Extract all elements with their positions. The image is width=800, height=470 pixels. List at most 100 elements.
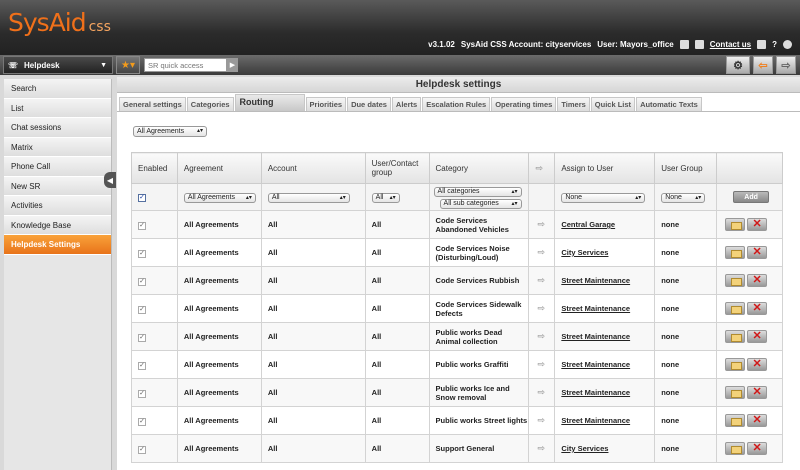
- module-selector[interactable]: ☏ Helpdesk ▼: [3, 56, 113, 74]
- sidebar-item-search[interactable]: Search: [4, 79, 111, 99]
- account-select[interactable]: All ▴▾: [267, 192, 350, 203]
- edit-icon[interactable]: [725, 358, 746, 371]
- user-group-select[interactable]: None ▴▾: [661, 192, 706, 203]
- delete-icon[interactable]: ✕: [747, 386, 768, 399]
- row-enabled-checkbox[interactable]: ✓: [138, 249, 146, 258]
- assign-user-link[interactable]: Central Garage: [554, 210, 656, 239]
- tab-priorities[interactable]: Priorities: [305, 97, 347, 111]
- user-contact-cell: All: [364, 294, 430, 323]
- row-enabled-checkbox[interactable]: ✓: [138, 221, 146, 230]
- row-enabled-checkbox[interactable]: ✓: [138, 333, 146, 342]
- power-icon[interactable]: [783, 40, 792, 49]
- forward-arrow-icon[interactable]: ⇨: [776, 56, 796, 74]
- enabled-checkbox[interactable]: ✓: [138, 194, 146, 202]
- tab-timers[interactable]: Timers: [557, 97, 590, 111]
- row-actions-cell: ✕: [716, 294, 783, 323]
- favorites-star-icon[interactable]: ★▾: [116, 56, 140, 74]
- sidebar-item-activities[interactable]: Activities: [4, 196, 111, 216]
- row-enabled-checkbox[interactable]: ✓: [138, 389, 146, 398]
- edit-icon[interactable]: [725, 442, 746, 455]
- assign-user-link[interactable]: Street Maintenance: [554, 294, 656, 323]
- enabled-cell: ✓: [131, 238, 178, 267]
- assign-user-link[interactable]: Street Maintenance: [554, 378, 656, 407]
- agreement-cell: All Agreements: [176, 294, 262, 323]
- agreement-cell: All Agreements: [176, 378, 262, 407]
- settings-gear-icon[interactable]: ⚙: [726, 56, 750, 74]
- collapse-sidebar-icon[interactable]: ◀: [104, 172, 116, 188]
- delete-icon[interactable]: ✕: [747, 302, 768, 315]
- agreement-select[interactable]: All Agreements ▴▾: [183, 192, 256, 203]
- route-arrow-icon: ⇨: [537, 219, 545, 229]
- agreement-filter-select[interactable]: All Agreements ▴▾: [133, 126, 207, 137]
- edit-icon[interactable]: [725, 330, 746, 343]
- sidebar-item-new-sr[interactable]: New SR: [4, 176, 111, 196]
- select-arrows-icon: ▴▾: [196, 128, 203, 134]
- user-group-cell: none: [654, 210, 718, 239]
- tab-alerts[interactable]: Alerts: [391, 97, 422, 111]
- row-enabled-checkbox[interactable]: ✓: [138, 361, 146, 370]
- tab-routing[interactable]: Routing: [234, 94, 305, 111]
- row-enabled-checkbox[interactable]: ✓: [138, 417, 146, 426]
- tab-categories[interactable]: Categories: [186, 97, 234, 111]
- filter-action-cell: Add: [716, 183, 783, 211]
- tab-due-dates[interactable]: Due dates: [347, 97, 391, 111]
- sidebar-item-list[interactable]: List: [4, 98, 111, 118]
- sidebar-item-knowledge-base[interactable]: Knowledge Base: [4, 215, 111, 235]
- edit-icon[interactable]: [725, 274, 746, 287]
- tab-operating-times[interactable]: Operating times: [491, 97, 557, 111]
- home-icon[interactable]: [679, 40, 689, 49]
- delete-icon[interactable]: ✕: [747, 358, 768, 371]
- quick-access-input[interactable]: [144, 58, 227, 72]
- contact-us-link[interactable]: Contact us: [710, 40, 751, 49]
- assign-user-link[interactable]: Street Maintenance: [554, 322, 656, 351]
- category-select-value: All categories: [437, 187, 480, 195]
- assign-user-link[interactable]: City Services: [554, 238, 656, 267]
- assign-user-link[interactable]: Street Maintenance: [554, 266, 656, 295]
- row-enabled-checkbox[interactable]: ✓: [138, 445, 146, 454]
- table-row: ✓ All Agreements All All Public works Street…: [131, 406, 783, 435]
- assign-user-link[interactable]: Street Maintenance: [554, 350, 656, 379]
- assign-user-link[interactable]: City Services: [554, 434, 656, 463]
- category-select[interactable]: All categories ▴▾: [433, 186, 522, 197]
- user-group-cell: none: [654, 266, 718, 295]
- row-enabled-checkbox[interactable]: ✓: [138, 305, 146, 314]
- sidebar-item-phone-call[interactable]: Phone Call: [4, 157, 111, 177]
- edit-icon[interactable]: [725, 302, 746, 315]
- delete-icon[interactable]: ✕: [747, 274, 768, 287]
- delete-icon[interactable]: ✕: [747, 442, 768, 455]
- table-row: ✓ All Agreements All All Code Services Sidew…: [131, 294, 783, 323]
- route-arrow-icon: ⇨: [535, 162, 543, 173]
- filter-assign-cell: None ▴▾: [554, 183, 656, 211]
- route-cell: ⇨: [528, 322, 556, 351]
- go-arrow-icon[interactable]: ▶: [227, 58, 238, 72]
- delete-icon[interactable]: ✕: [747, 330, 768, 343]
- add-button[interactable]: Add: [733, 191, 770, 203]
- user-icon[interactable]: [694, 40, 704, 49]
- user-contact-cell: All: [364, 434, 430, 463]
- tab-escalation-rules[interactable]: Escalation Rules: [422, 97, 491, 111]
- account-cell: All: [260, 294, 366, 323]
- agreement-cell: All Agreements: [176, 266, 262, 295]
- sub-category-select[interactable]: All sub categories ▴▾: [439, 198, 522, 209]
- edit-icon[interactable]: [725, 246, 746, 259]
- assign-user-link[interactable]: Street Maintenance: [554, 406, 656, 435]
- tab-general-settings[interactable]: General settings: [119, 97, 186, 111]
- sidebar-item-helpdesk-settings[interactable]: Helpdesk Settings: [4, 235, 111, 255]
- mail-icon[interactable]: [757, 40, 767, 49]
- back-arrow-icon[interactable]: ⇦: [753, 56, 773, 74]
- sidebar-item-chat-sessions[interactable]: Chat sessions: [4, 118, 111, 138]
- delete-icon[interactable]: ✕: [747, 414, 768, 427]
- tab-automatic-texts[interactable]: Automatic Texts: [636, 97, 702, 111]
- tab-quick-list[interactable]: Quick List: [590, 97, 636, 111]
- assign-user-select[interactable]: None ▴▾: [561, 192, 646, 203]
- delete-icon[interactable]: ✕: [747, 218, 768, 231]
- sidebar-item-matrix[interactable]: Matrix: [4, 137, 111, 157]
- user-contact-select[interactable]: All ▴▾: [371, 192, 400, 203]
- edit-icon[interactable]: [725, 386, 746, 399]
- enabled-cell: ✓: [131, 434, 178, 463]
- delete-icon[interactable]: ✕: [747, 246, 768, 259]
- edit-icon[interactable]: [725, 414, 746, 427]
- help-icon[interactable]: ?: [772, 40, 777, 49]
- row-enabled-checkbox[interactable]: ✓: [138, 277, 146, 286]
- edit-icon[interactable]: [725, 218, 746, 231]
